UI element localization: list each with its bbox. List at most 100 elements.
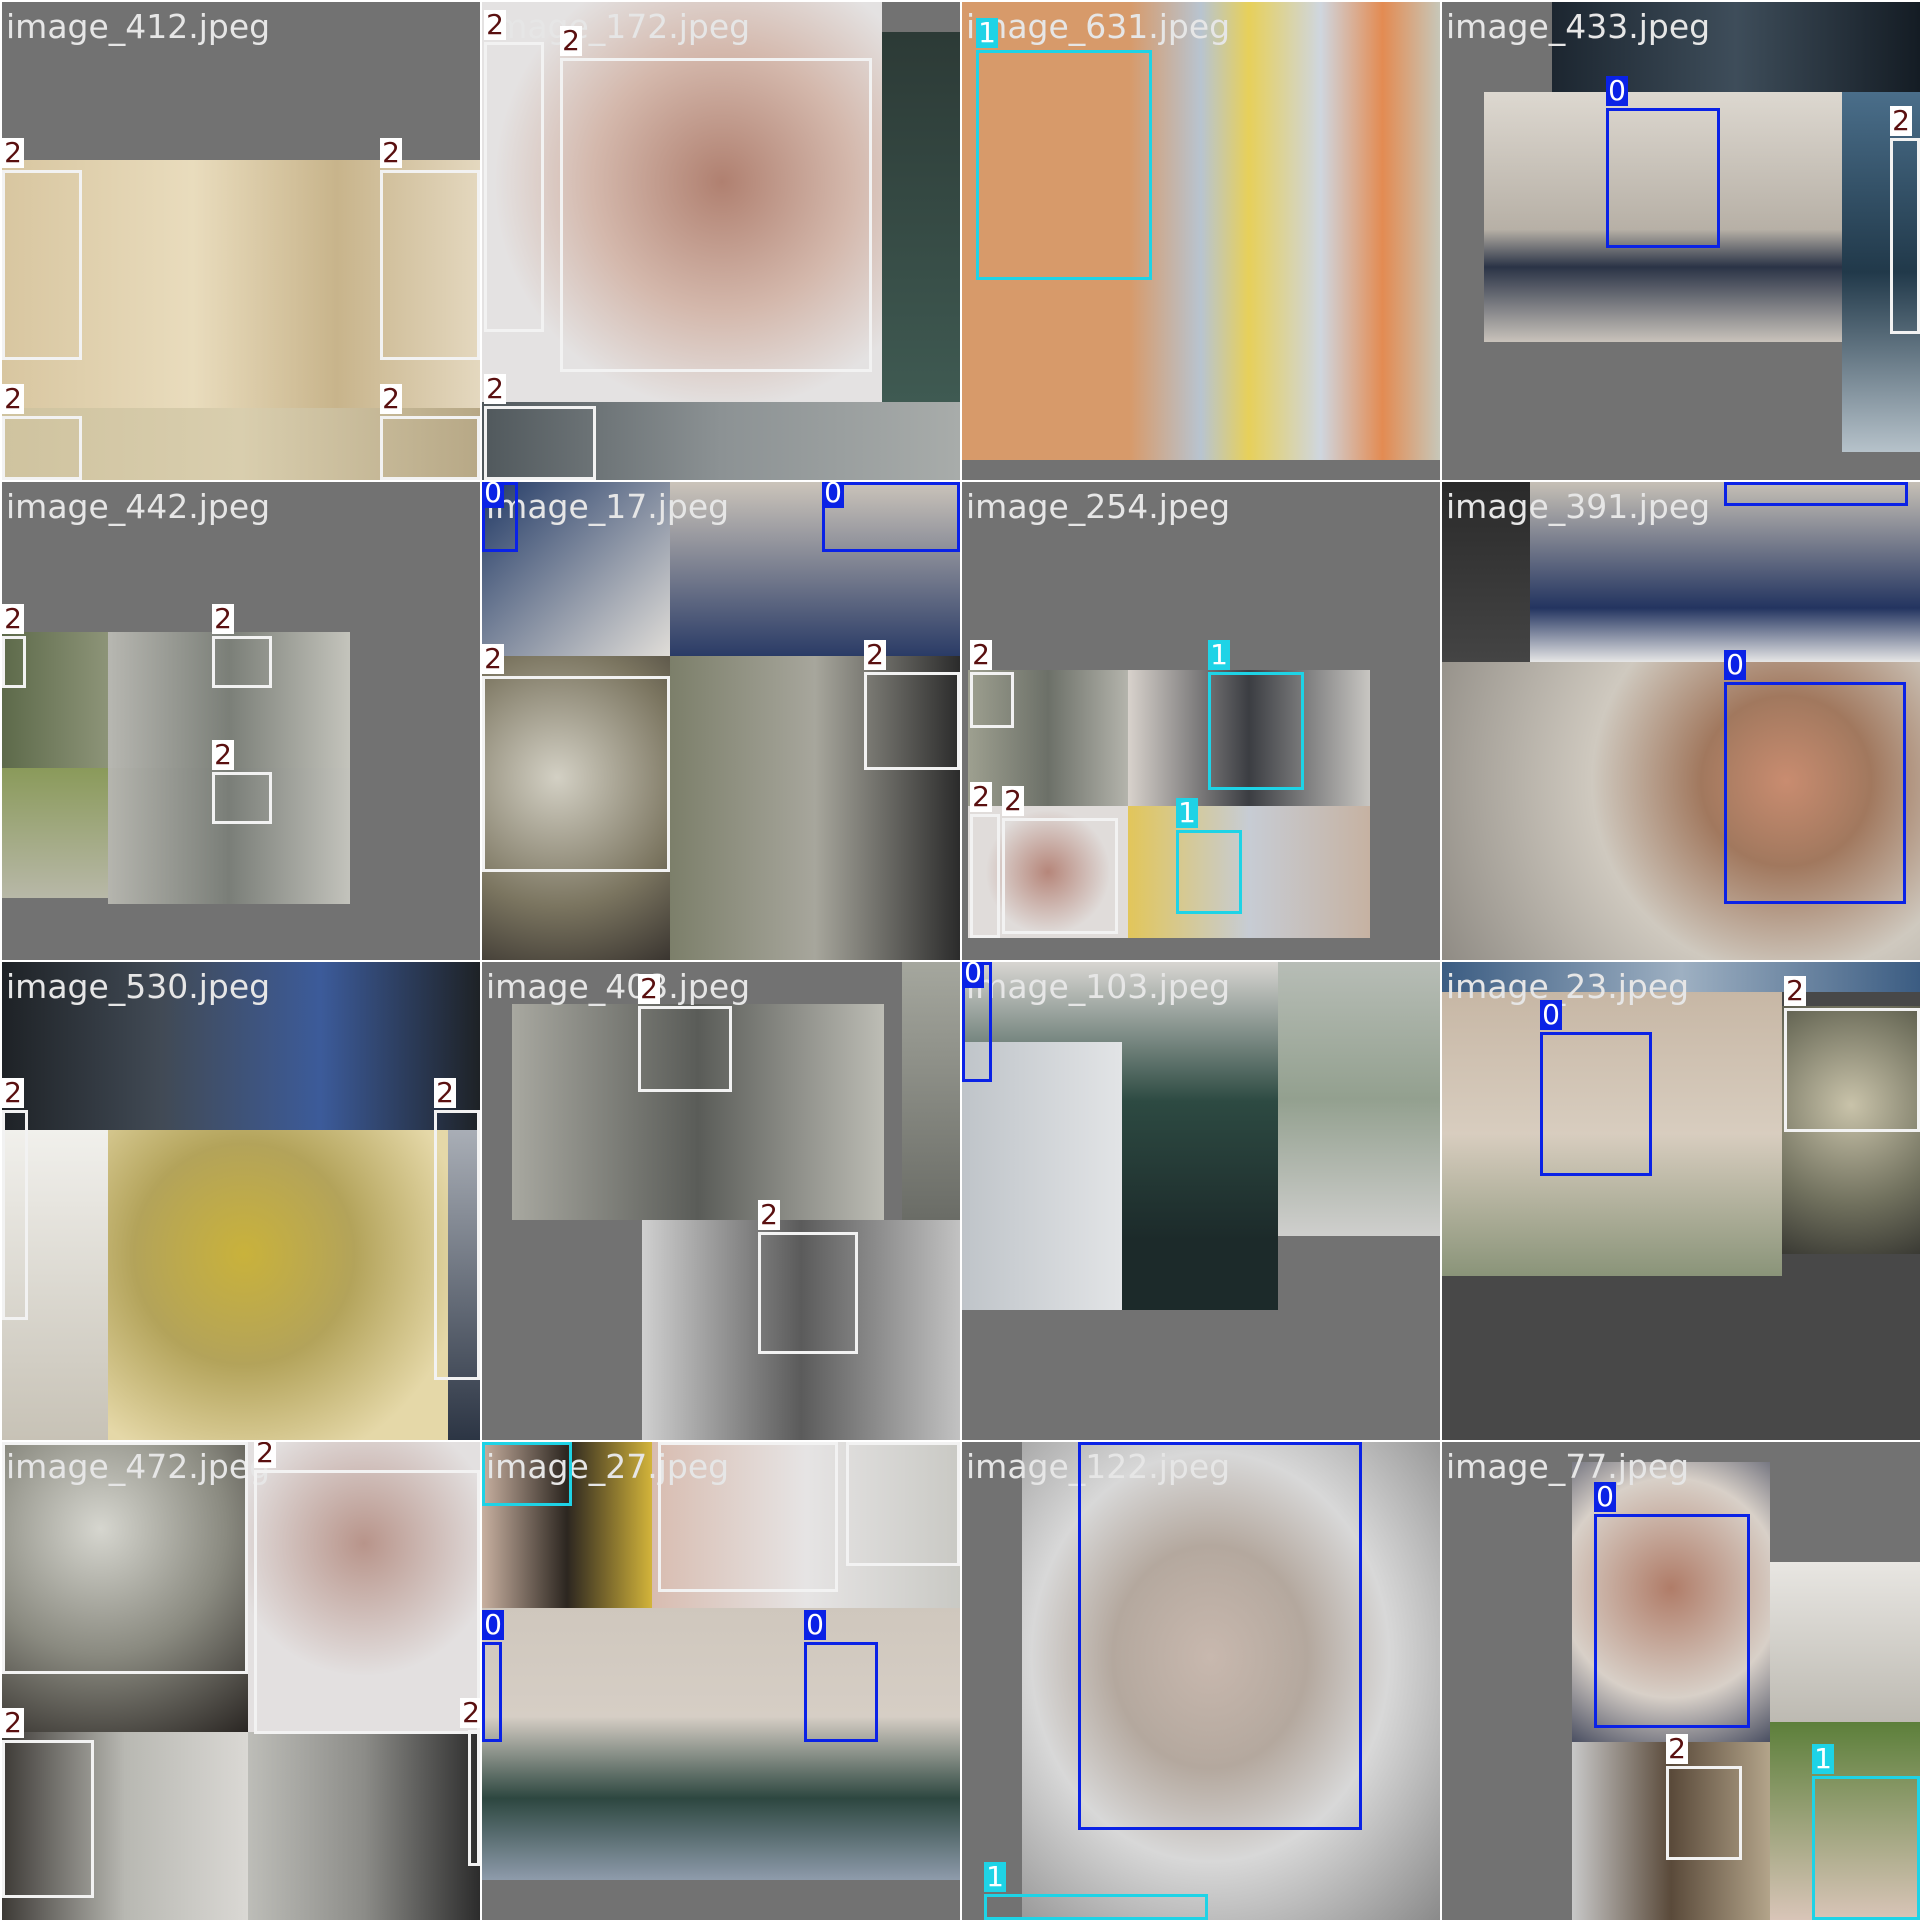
bounding-box [1002,818,1118,934]
bounding-box [484,42,544,332]
image-filename: image_442.jpeg [6,487,271,526]
class-label: 2 [2,1708,24,1738]
bounding-box [976,50,1152,280]
image-filename: image_77.jpeg [1446,1447,1690,1486]
bounding-box [638,1006,732,1092]
class-label: 2 [2,1078,24,1108]
class-label: 2 [1890,106,1912,136]
bounding-box [2,1740,94,1898]
bounding-box [482,1642,502,1742]
mosaic-tile: image_442.jpeg 2 2 2 [2,482,480,960]
class-label: 2 [1666,1734,1688,1764]
image-filename: image_23.jpeg [1446,967,1690,1006]
bounding-box [1812,1776,1920,1920]
class-label: 2 [970,640,992,670]
class-label: 0 [1606,76,1628,106]
class-label: 2 [380,384,402,414]
mosaic-tile: image_433.jpeg 0 2 [1442,2,1920,480]
bounding-box [380,170,480,360]
photo [1278,962,1440,1236]
bounding-box [434,1110,480,1380]
bounding-box [2,170,82,360]
detection-mosaic: image_412.jpeg 2 2 2 2 image_172.jpeg 2 … [0,0,1920,1920]
mosaic-tile: image_17.jpeg 0 0 2 2 [482,482,960,960]
bounding-box [254,1470,480,1734]
class-label: 0 [482,482,504,508]
bounding-box [1176,830,1242,914]
class-label: 2 [864,640,886,670]
class-label: 2 [758,1200,780,1230]
photo [902,962,960,1220]
mosaic-tile: image_403.jpeg 2 2 [482,962,960,1440]
class-label: 2 [560,26,582,56]
bounding-box [2,416,82,480]
mosaic-tile: image_77.jpeg 0 2 1 [1442,1442,1920,1920]
mosaic-tile: image_391.jpeg 0 0 [1442,482,1920,960]
bounding-box [1606,108,1720,248]
image-filename: image_103.jpeg [966,967,1231,1006]
photo [882,32,960,402]
class-label: 2 [254,1442,276,1468]
bounding-box [212,772,272,824]
class-label: 0 [1724,650,1746,680]
class-label: 2 [1784,976,1806,1006]
bounding-box [1540,1032,1652,1176]
photo [2,768,108,898]
photo [482,1608,960,1880]
image-filename: image_530.jpeg [6,967,271,1006]
bounding-box [1724,682,1906,904]
bounding-box [1208,672,1304,790]
class-label: 2 [1002,786,1024,816]
bounding-box [970,814,1000,938]
class-label: 2 [212,604,234,634]
image-filename: image_172.jpeg [486,7,751,46]
mosaic-tile: image_254.jpeg 2 1 2 2 1 [962,482,1440,960]
class-label: 2 [484,374,506,404]
class-label: 0 [1594,1482,1616,1512]
class-label: 2 [484,10,506,40]
bounding-box [2,636,26,688]
mosaic-tile: image_530.jpeg 2 2 [2,962,480,1440]
bounding-box [1594,1514,1750,1728]
class-label: 2 [482,644,504,674]
bounding-box [970,672,1014,728]
bounding-box [1078,1442,1362,1830]
mosaic-tile: image_27.jpeg 1 2 2 0 0 [482,1442,960,1920]
mosaic-tile: image_122.jpeg 0 1 [962,1442,1440,1920]
image-filename: image_254.jpeg [966,487,1231,526]
class-label: 1 [1812,1744,1834,1774]
class-label: 2 [434,1078,456,1108]
class-label: 1 [1176,798,1198,828]
bounding-box [758,1232,858,1354]
mosaic-tile: image_472.jpeg 2 2 2 2 [2,1442,480,1920]
class-label: 0 [822,482,844,508]
class-label: 2 [380,138,402,168]
image-filename: image_412.jpeg [6,7,271,46]
bounding-box [1666,1766,1742,1860]
bounding-box [484,406,596,480]
photo [962,1042,1122,1310]
bounding-box [1724,482,1908,506]
bounding-box [658,1442,838,1592]
photo [248,1732,480,1920]
class-label: 2 [2,384,24,414]
image-filename: image_403.jpeg [486,967,751,1006]
class-label: 2 [638,974,660,1004]
mosaic-tile: image_23.jpeg 0 2 [1442,962,1920,1440]
class-label: 2 [2,138,24,168]
bounding-box [846,1442,960,1566]
bounding-box [804,1642,878,1742]
bounding-box [2,1442,248,1674]
class-label: 2 [970,782,992,812]
class-label: 0 [962,962,984,988]
class-label: 1 [976,18,998,48]
mosaic-tile: image_172.jpeg 2 2 2 [482,2,960,480]
bounding-box [380,416,480,480]
image-filename: image_631.jpeg [966,7,1231,46]
image-filename: image_391.jpeg [1446,487,1711,526]
bounding-box [560,58,872,372]
class-label: 1 [984,1862,1006,1892]
bounding-box [1784,1008,1920,1132]
class-label: 0 [482,1610,504,1640]
class-label: 2 [460,1698,480,1728]
